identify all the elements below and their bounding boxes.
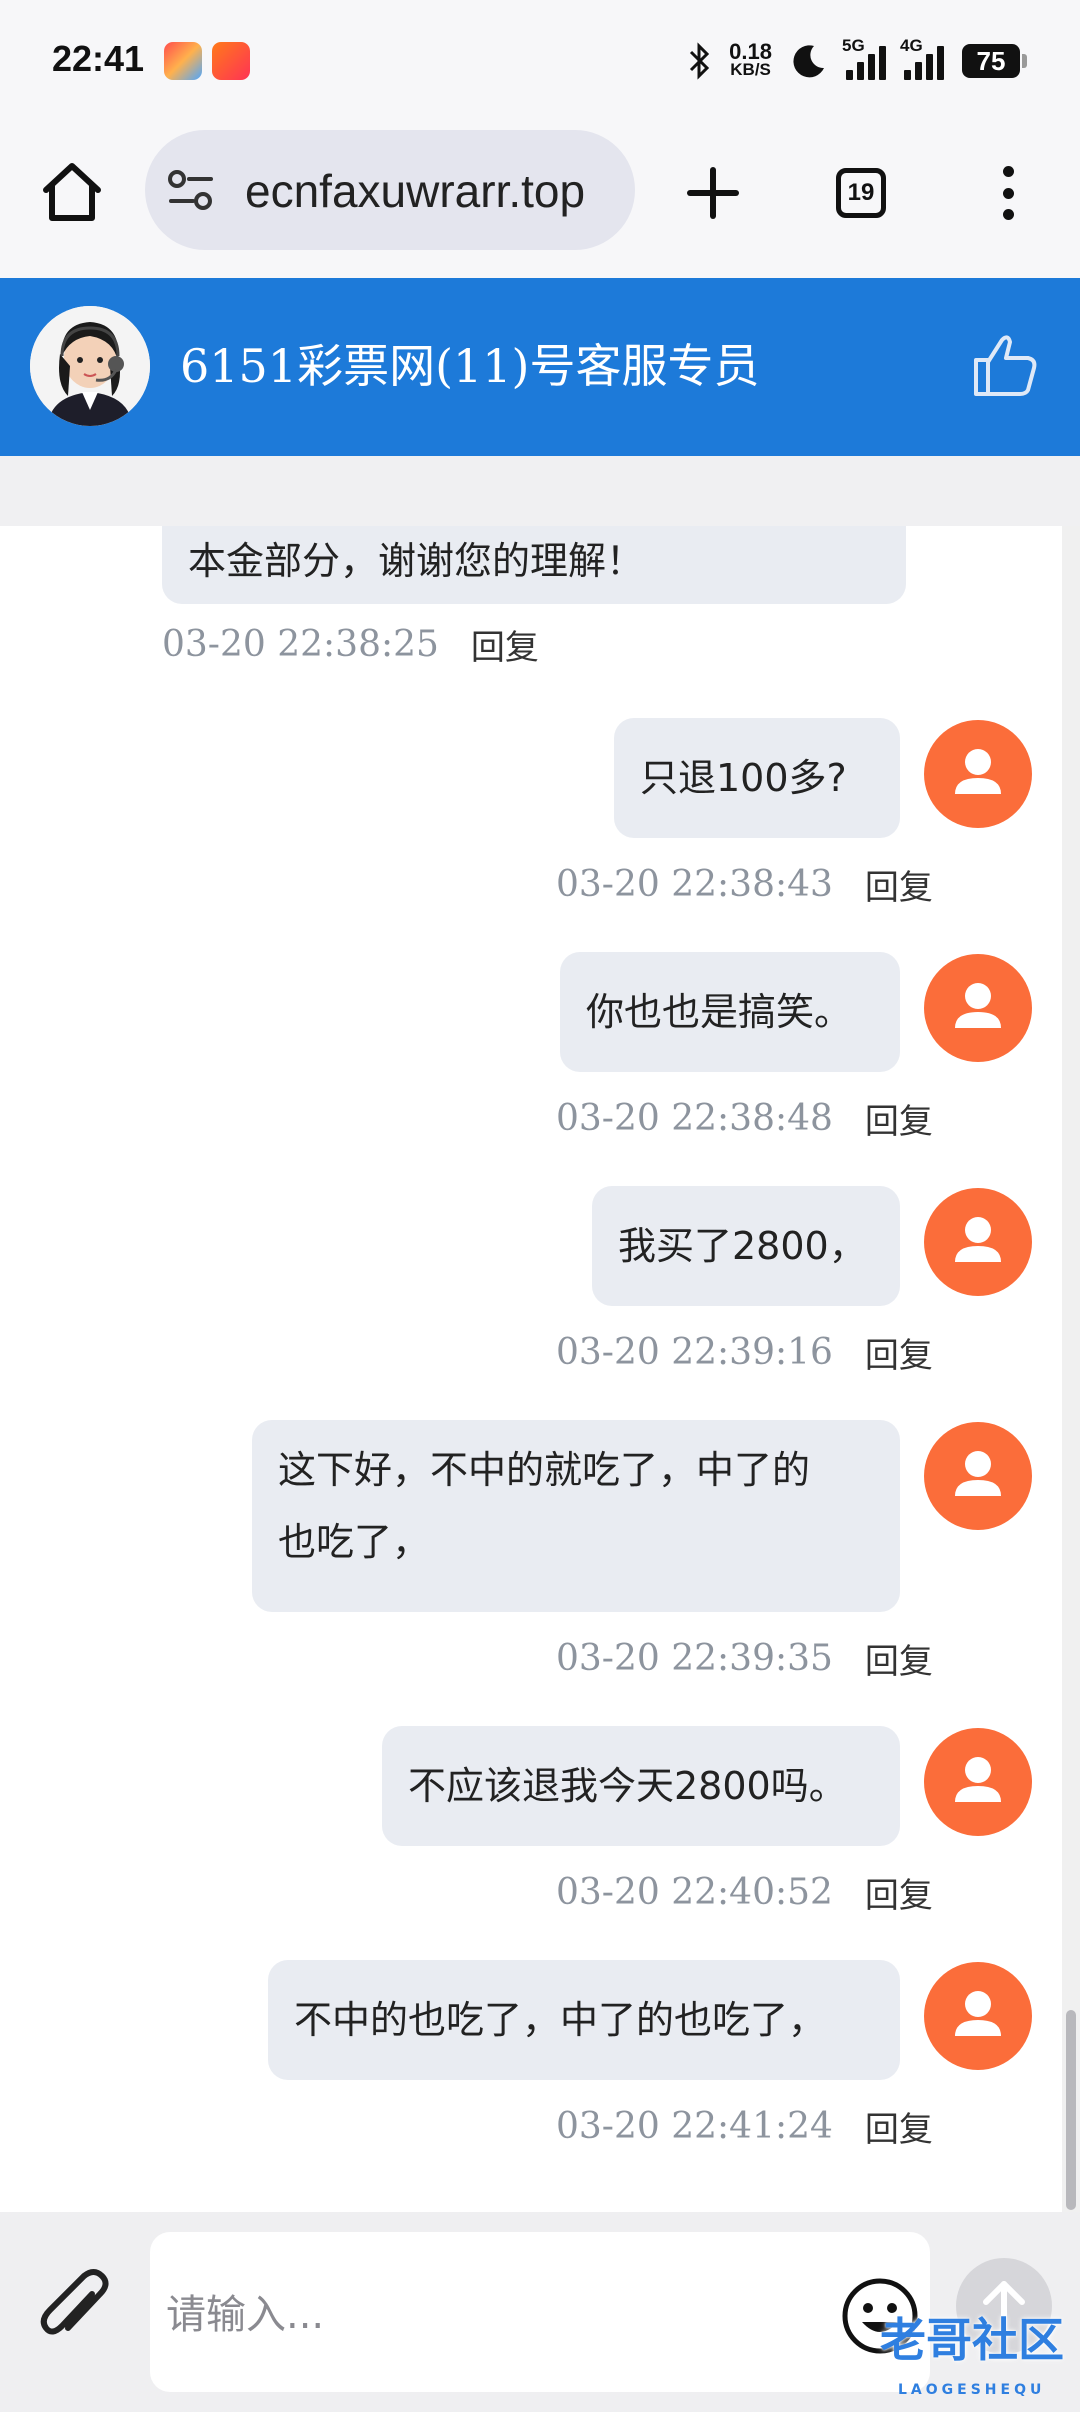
paperclip-icon[interactable] (34, 2264, 114, 2354)
chat-title: 6151彩票网(11)号客服专员 (180, 339, 760, 393)
user-avatar (924, 1188, 1032, 1296)
site-settings-icon[interactable] (167, 168, 215, 212)
more-menu-icon[interactable] (990, 160, 1026, 226)
message-time: 03-20 22:40:52 (556, 1872, 833, 1913)
new-tab-plus-icon[interactable] (680, 160, 746, 226)
battery-icon: 75 (962, 44, 1027, 78)
user-person-icon (955, 1217, 1001, 1262)
chat-header: 6151彩票网(11)号客服专员 (0, 278, 1080, 456)
user-person-icon (955, 983, 1001, 1028)
message-time: 03-20 22:39:16 (556, 1332, 833, 1373)
url-text: ecnfaxuwrarr.top (245, 165, 586, 217)
reply-button[interactable]: 回复 (865, 2102, 933, 2151)
message-list[interactable]: 本金部分，谢谢您的理解！ 03-20 22:38:25 回复 只退100多? 0… (0, 526, 1062, 2212)
user-message-bubble: 这下好，不中的就吃了，中了的 也吃了， (252, 1420, 900, 1612)
notification-app-icon-2 (212, 42, 250, 80)
scrollbar-thumb[interactable] (1066, 2010, 1076, 2210)
thumbs-up-icon[interactable] (970, 330, 1040, 400)
message-text: 不中的也吃了，中了的也吃了， (294, 1998, 827, 2042)
message-meta: 03-20 22:41:24 回复 (556, 2102, 933, 2151)
browser-toolbar: ecnfaxuwrarr.top 19 (0, 120, 1080, 280)
notification-app-icon-1 (164, 42, 202, 80)
user-avatar (924, 720, 1032, 828)
user-person-icon (955, 1757, 1001, 1802)
reply-button[interactable]: 回复 (471, 620, 539, 669)
user-message-bubble: 我买了2800， (592, 1186, 900, 1306)
signal-5g-label: 5G (842, 36, 865, 55)
status-time: 22:41 (52, 38, 145, 79)
user-avatar (924, 1728, 1032, 1836)
agent-message-bubble: 本金部分，谢谢您的理解！ (162, 526, 906, 604)
scrollbar-track[interactable] (1062, 526, 1080, 2212)
message-time: 03-20 22:39:35 (556, 1638, 833, 1679)
net-speed: 0.18 KB/S (729, 39, 772, 79)
agent-avatar (30, 306, 150, 426)
watermark-text: 老哥社区 (880, 2313, 1064, 2367)
reply-button[interactable]: 回复 (865, 1328, 933, 1377)
tab-count: 19 (847, 179, 875, 206)
battery-level: 75 (976, 45, 1006, 76)
message-text-line-1: 这下好，不中的就吃了，中了的 (278, 1448, 811, 1492)
user-message-bubble: 不中的也吃了，中了的也吃了， (268, 1960, 900, 2080)
message-text: 只退100多? (640, 756, 847, 800)
watermark-logo: 老哥社区 LAOGESHEQU (838, 2300, 1068, 2412)
message-text: 不应该退我今天2800吗。 (408, 1764, 847, 1808)
reply-button[interactable]: 回复 (865, 1094, 933, 1143)
message-meta: 03-20 22:39:35 回复 (556, 1634, 933, 1683)
input-placeholder: 请输入... (166, 2292, 325, 2338)
message-time: 03-20 22:38:48 (556, 1098, 833, 1139)
message-input[interactable]: 请输入... (150, 2232, 930, 2392)
address-bar[interactable]: ecnfaxuwrarr.top (145, 130, 635, 250)
message-time: 03-20 22:41:24 (556, 2106, 833, 2147)
message-meta: 03-20 22:38:25 回复 (162, 620, 539, 669)
signal-4g-icon: 4G (900, 36, 944, 80)
message-text: 我买了2800， (618, 1224, 867, 1268)
reply-button[interactable]: 回复 (865, 860, 933, 909)
status-indicators: 0.18 KB/S 5G 4G 75 (687, 36, 1027, 86)
message-meta: 03-20 22:38:43 回复 (556, 860, 933, 909)
message-text-line-2: 也吃了， (278, 1520, 431, 1564)
reply-button[interactable]: 回复 (865, 1634, 933, 1683)
watermark-subtext: LAOGESHEQU (898, 2382, 1046, 2398)
signal-4g-label: 4G (900, 36, 923, 55)
user-message-bubble: 只退100多? (614, 718, 900, 838)
message-text: 你也也是搞笑。 (586, 990, 853, 1034)
message-time: 03-20 22:38:25 (162, 624, 439, 665)
status-bar: 22:41 0.18 KB/S 5G 4G 75 (0, 0, 1080, 120)
home-icon[interactable] (38, 158, 106, 226)
message-meta: 03-20 22:38:48 回复 (556, 1094, 933, 1143)
user-person-icon (955, 749, 1001, 794)
user-person-icon (955, 1991, 1001, 2036)
reply-button[interactable]: 回复 (865, 1868, 933, 1917)
net-speed-unit: KB/S (730, 60, 771, 79)
user-message-bubble: 不应该退我今天2800吗。 (382, 1726, 900, 1846)
chat-top-divider (0, 456, 1080, 526)
message-time: 03-20 22:38:43 (556, 864, 833, 905)
user-avatar (924, 954, 1032, 1062)
user-message-bubble: 你也也是搞笑。 (560, 952, 900, 1072)
signal-5g-icon: 5G (842, 36, 886, 80)
net-speed-value: 0.18 (729, 39, 772, 64)
user-person-icon (955, 1451, 1001, 1496)
tab-switcher-button[interactable]: 19 (836, 168, 886, 218)
user-avatar (924, 1422, 1032, 1530)
message-meta: 03-20 22:40:52 回复 (556, 1868, 933, 1917)
message-meta: 03-20 22:39:16 回复 (556, 1328, 933, 1377)
do-not-disturb-moon-icon (793, 45, 824, 78)
user-avatar (924, 1962, 1032, 2070)
bluetooth-icon (690, 42, 710, 80)
message-text: 本金部分，谢谢您的理解！ (188, 539, 645, 583)
